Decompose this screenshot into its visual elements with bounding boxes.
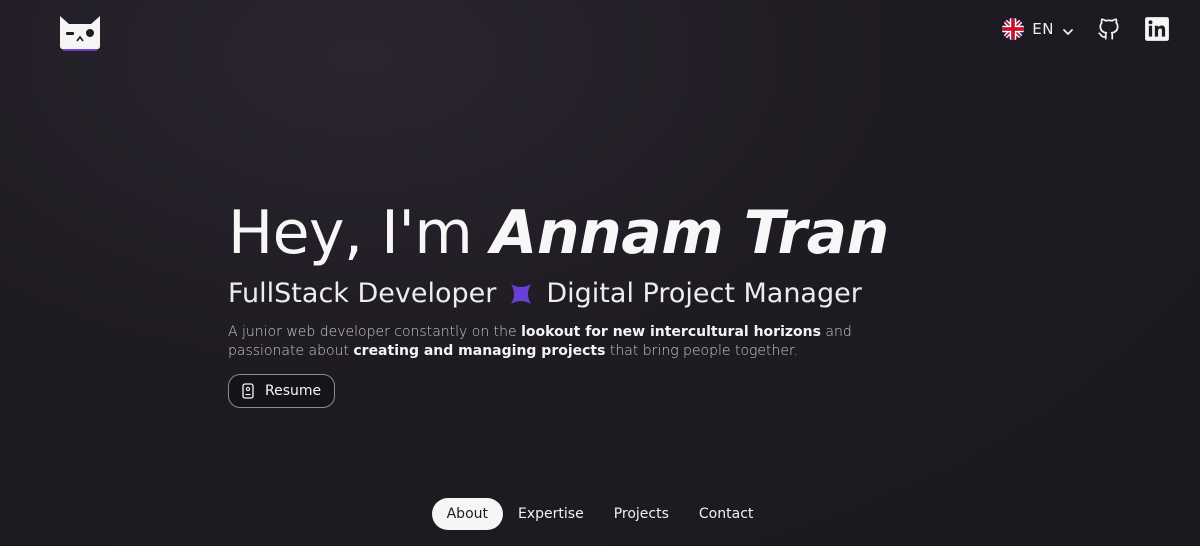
document-icon bbox=[241, 383, 255, 399]
nav-item-expertise[interactable]: Expertise bbox=[503, 498, 599, 530]
hero-greeting: Hey, I'm bbox=[228, 198, 491, 268]
linkedin-icon[interactable] bbox=[1144, 16, 1170, 42]
role-project-manager: Digital Project Manager bbox=[546, 278, 862, 309]
description-text: A junior web developer constantly on the bbox=[228, 324, 522, 340]
github-icon[interactable] bbox=[1096, 16, 1122, 42]
header-actions: EN bbox=[1002, 16, 1170, 42]
hero-title: Hey, I'm Annam Tran bbox=[228, 200, 1008, 266]
cat-face-logo-icon[interactable] bbox=[60, 14, 100, 52]
nav-item-projects[interactable]: Projects bbox=[599, 498, 684, 530]
hero-subtitle: FullStack Developer Digital Project Mana… bbox=[228, 278, 1008, 309]
purple-sparkle-icon bbox=[508, 281, 534, 307]
hero-description: A junior web developer constantly on the… bbox=[228, 323, 908, 361]
nav-item-contact[interactable]: Contact bbox=[684, 498, 768, 530]
chevron-down-icon bbox=[1062, 23, 1074, 35]
resume-button[interactable]: Resume bbox=[228, 374, 336, 408]
language-selector[interactable]: EN bbox=[1002, 18, 1074, 40]
language-code: EN bbox=[1032, 20, 1054, 38]
role-fullstack: FullStack Developer bbox=[228, 278, 497, 309]
resume-label: Resume bbox=[265, 383, 322, 399]
nav-bar: About Expertise Projects Contact bbox=[431, 498, 769, 530]
uk-flag-icon bbox=[1002, 18, 1025, 40]
bottom-navigation: About Expertise Projects Contact bbox=[0, 498, 1200, 530]
description-highlight: creating and managing projects bbox=[353, 343, 606, 359]
hero-name: Annam Tran bbox=[490, 198, 889, 268]
description-text: that bring people together. bbox=[605, 343, 798, 359]
description-highlight: lookout for new intercultural horizons bbox=[521, 324, 821, 340]
hero-section: Hey, I'm Annam Tran FullStack Developer … bbox=[228, 200, 1008, 408]
nav-item-about[interactable]: About bbox=[431, 498, 504, 530]
